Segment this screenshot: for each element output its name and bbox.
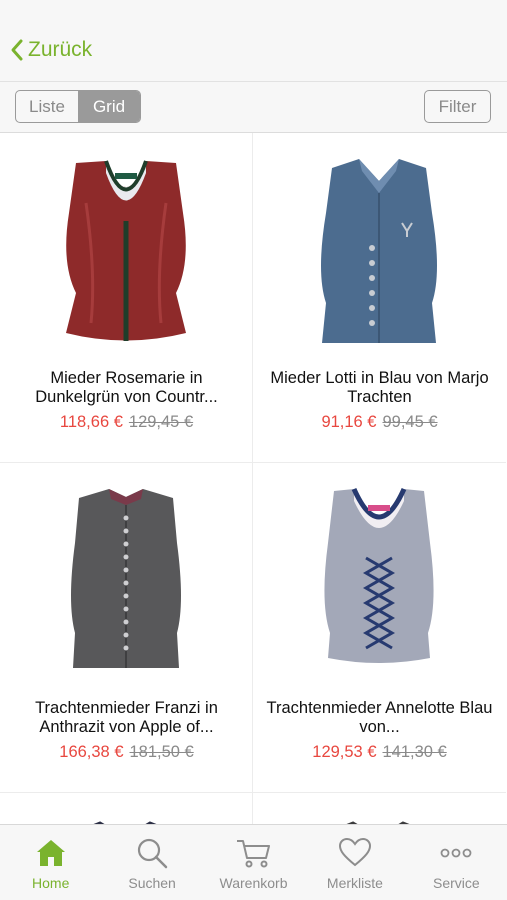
product-name: Mieder Lotti in Blau von Marjo Trachten (270, 369, 489, 406)
cart-icon (236, 840, 270, 868)
product-image-red-vest (66, 160, 186, 341)
search-icon (138, 838, 168, 869)
product-image-anthracite-vest (71, 489, 181, 668)
product-name: Mieder Rosemarie in Dunkelgrün von Count… (35, 369, 218, 406)
product-prices: 118,66 € 129,45 € (0, 413, 253, 432)
product-card[interactable]: Trachtenmieder Franzi in Anthrazit von A… (0, 463, 253, 793)
more-icon (440, 848, 472, 858)
sale-price: 166,38 € (59, 743, 124, 761)
product-card[interactable]: Mieder Rosemarie in Dunkelgrün von Count… (0, 133, 253, 463)
product-name: Trachtenmieder Annelotte Blau von... (266, 699, 493, 736)
original-price: 99,45 € (382, 413, 438, 431)
product-prices: 166,38 € 181,50 € (0, 743, 253, 762)
tab-label: Home (32, 875, 70, 891)
tab-cart[interactable]: Warenkorb (203, 825, 304, 900)
sale-price: 129,53 € (312, 743, 377, 761)
home-icon (36, 840, 65, 866)
heart-icon (338, 837, 371, 867)
original-price: 129,45 € (128, 413, 194, 431)
tab-label: Suchen (128, 875, 176, 891)
view-toggle-grid[interactable]: Grid (78, 91, 140, 122)
product-image-blue-laced-vest (324, 487, 434, 663)
back-label: Zurück (28, 38, 93, 61)
original-price: 141,30 € (382, 743, 447, 761)
sale-price: 118,66 € (59, 413, 123, 431)
original-price: 181,50 € (129, 743, 194, 761)
tab-wishlist[interactable]: Merkliste (304, 825, 405, 900)
view-toggle: Liste Grid (15, 90, 141, 123)
filter-button[interactable]: Filter (424, 90, 491, 123)
product-prices: 91,16 € 99,45 € (253, 413, 506, 432)
back-button[interactable]: Zurück (10, 38, 92, 62)
tab-home[interactable]: Home (0, 825, 101, 900)
tab-bar: Home Suchen Warenkorb Merkliste Service (0, 824, 507, 900)
chevron-left-icon (11, 39, 23, 61)
tab-label: Warenkorb (219, 875, 288, 891)
tab-search[interactable]: Suchen (101, 825, 202, 900)
product-card[interactable]: Trachtenmieder Annelotte Blau von... 129… (253, 463, 506, 793)
tab-service[interactable]: Service (406, 825, 507, 900)
product-card[interactable]: Mieder Lotti in Blau von Marjo Trachten … (253, 133, 506, 463)
navigation-bar: Zurück (0, 0, 507, 82)
tab-label: Service (432, 875, 480, 891)
view-toggle-list[interactable]: Liste (16, 91, 78, 122)
product-prices: 129,53 € 141,30 € (253, 743, 506, 762)
product-image-blue-vest (321, 159, 437, 343)
toolbar: Liste Grid Filter (0, 82, 507, 133)
product-name: Trachtenmieder Franzi in Anthrazit von A… (35, 699, 218, 736)
sale-price: 91,16 € (321, 413, 377, 431)
tab-label: Merkliste (326, 875, 383, 891)
